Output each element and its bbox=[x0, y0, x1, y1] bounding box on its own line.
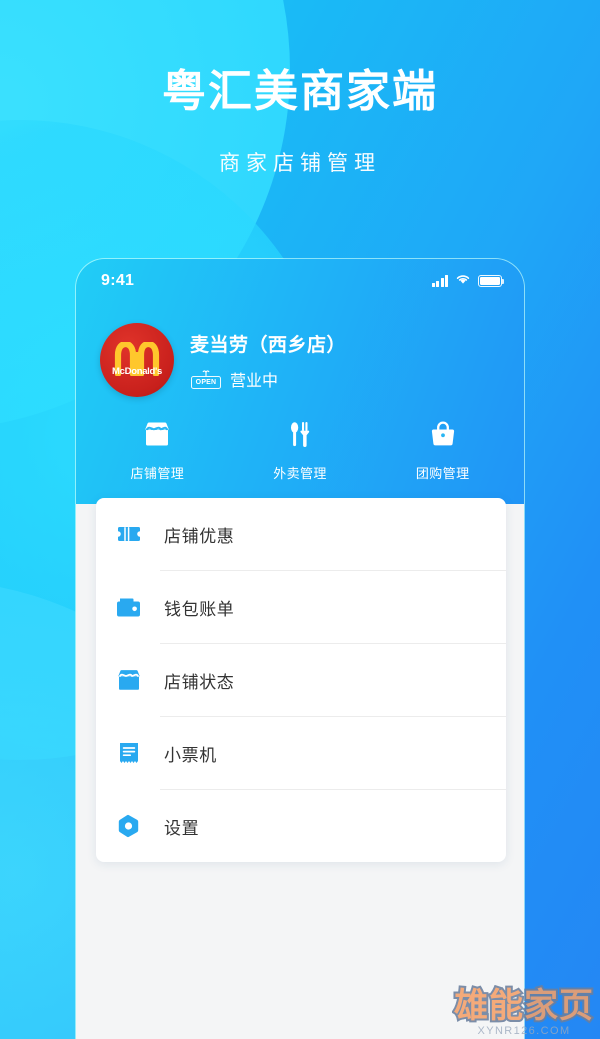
nav-item-groupbuy-management[interactable]: 团购管理 bbox=[371, 419, 514, 482]
wallet-icon bbox=[116, 594, 142, 620]
signal-bars-icon bbox=[431, 275, 448, 287]
app-body: 店铺优惠 钱包账单 店铺状态 小票机 设置 bbox=[76, 498, 524, 1039]
ticket-icon bbox=[116, 521, 142, 547]
store-status-text: 营业中 bbox=[230, 372, 279, 390]
status-bar: 9:41 bbox=[76, 259, 524, 303]
page-subtitle: 商家店铺管理 bbox=[219, 152, 381, 175]
store-meta: 麦当劳（西乡店） OPEN 营业中 bbox=[190, 330, 346, 391]
mcdonalds-wordmark: McDonald's bbox=[112, 366, 162, 377]
battery-icon bbox=[478, 275, 505, 287]
menu-item-store-status[interactable]: 店铺状态 bbox=[96, 644, 506, 716]
storefront-icon bbox=[142, 419, 172, 454]
wifi-icon bbox=[455, 272, 471, 290]
nav-item-delivery-management[interactable]: 外卖管理 bbox=[229, 419, 372, 482]
fork-spoon-icon bbox=[285, 419, 315, 454]
open-badge-text: OPEN bbox=[195, 378, 217, 386]
app-header-area: 9:41 McDonald's 麦当劳（西乡店） OPEN 营业中 店铺管理 外… bbox=[76, 259, 524, 504]
store-header[interactable]: McDonald's 麦当劳（西乡店） OPEN 营业中 bbox=[76, 303, 524, 405]
receipt-printer-icon bbox=[116, 740, 142, 766]
menu-label: 设置 bbox=[164, 818, 200, 838]
nav-label: 店铺管理 bbox=[130, 466, 185, 481]
status-icons bbox=[431, 272, 505, 290]
phone-screen: 9:41 McDonald's 麦当劳（西乡店） OPEN 营业中 店铺管理 外… bbox=[76, 259, 524, 1039]
open-sign-icon: OPEN bbox=[190, 369, 222, 389]
menu-label: 店铺优惠 bbox=[164, 526, 235, 546]
menu-card: 店铺优惠 钱包账单 店铺状态 小票机 设置 bbox=[96, 498, 506, 862]
menu-label: 小票机 bbox=[164, 745, 217, 765]
menu-item-settings[interactable]: 设置 bbox=[96, 790, 506, 862]
store-status: OPEN 营业中 bbox=[190, 367, 346, 391]
nav-label: 团购管理 bbox=[415, 466, 470, 481]
menu-item-receipt-printer[interactable]: 小票机 bbox=[96, 717, 506, 789]
shopping-bag-icon bbox=[428, 419, 458, 454]
gear-icon bbox=[116, 813, 142, 839]
nav-label: 外卖管理 bbox=[273, 466, 327, 481]
phone-mockup: 9:41 McDonald's 麦当劳（西乡店） OPEN 营业中 店铺管理 外… bbox=[75, 258, 525, 1039]
nav-row: 店铺管理 外卖管理 团购管理 bbox=[76, 405, 524, 504]
nav-item-store-management[interactable]: 店铺管理 bbox=[86, 419, 229, 482]
menu-item-wallet-bills[interactable]: 钱包账单 bbox=[96, 571, 506, 643]
page-title: 粤汇美商家端 bbox=[162, 67, 438, 116]
page-root: 粤汇美商家端 商家店铺管理 9:41 McDonald's 麦当劳（西乡店） O… bbox=[0, 0, 600, 1039]
store-name: 麦当劳（西乡店） bbox=[190, 334, 347, 356]
menu-label: 店铺状态 bbox=[164, 672, 235, 692]
hero-header: 粤汇美商家端 商家店铺管理 bbox=[0, 0, 600, 177]
status-time: 9:41 bbox=[101, 272, 135, 289]
mcdonalds-logo: McDonald's bbox=[100, 323, 174, 397]
menu-label: 钱包账单 bbox=[164, 599, 235, 619]
menu-item-store-promotions[interactable]: 店铺优惠 bbox=[96, 498, 506, 570]
storefront-icon bbox=[116, 667, 142, 693]
